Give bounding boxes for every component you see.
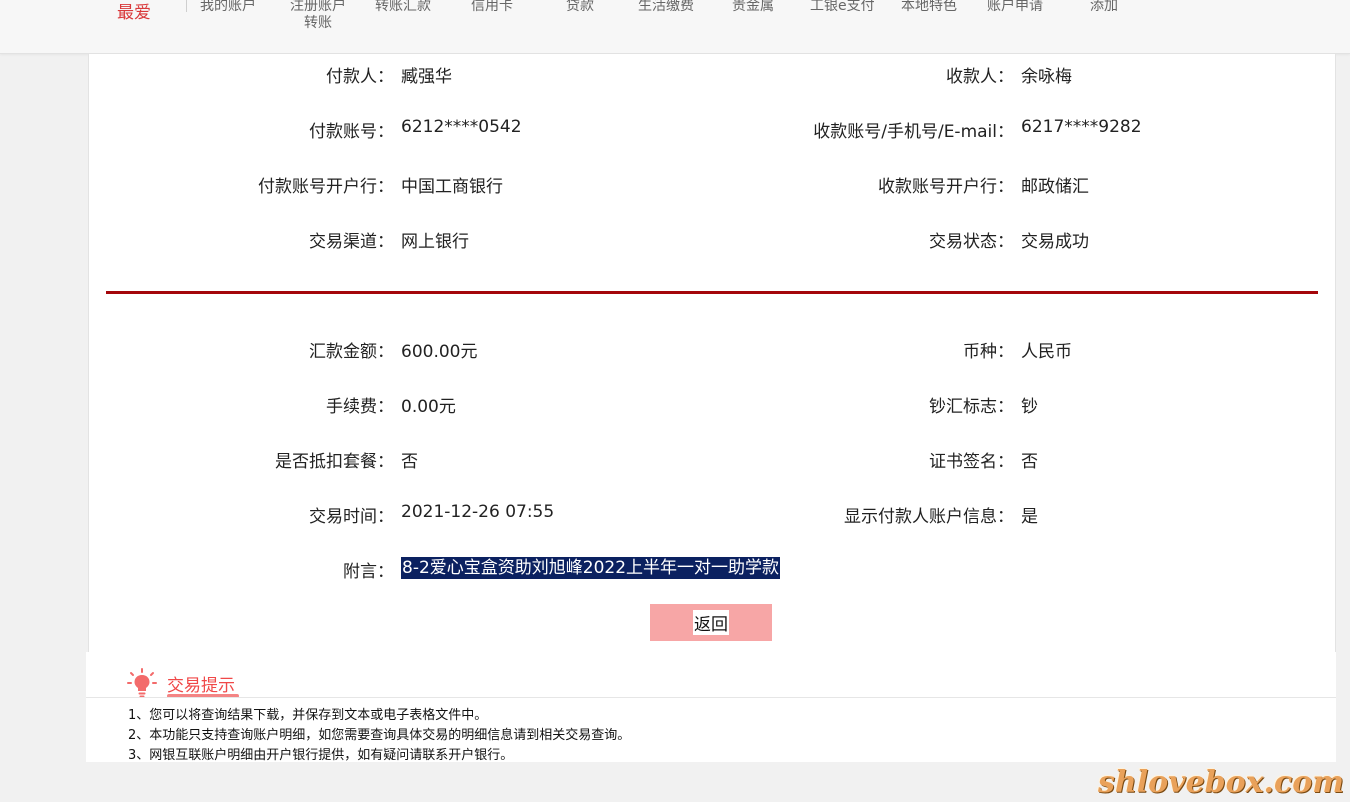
fee-label: 手续费： xyxy=(326,397,394,417)
payee-bank-label: 收款账号开户行： xyxy=(878,177,1014,197)
lightbulb-icon xyxy=(127,668,157,698)
time-value: 2021-12-26 07:55 xyxy=(401,502,555,522)
currency-value: 人民币 xyxy=(1021,342,1072,362)
tips-divider xyxy=(86,697,1336,698)
top-nav: 最爱 我的账户 注册账户 转账 转账汇款 信用卡 贷款 生活缴费 贵金属 工银e… xyxy=(0,0,1350,54)
cert-sign-value: 否 xyxy=(1021,452,1038,472)
nav-item-fav[interactable]: 最爱 xyxy=(117,0,151,23)
channel-value: 网上银行 xyxy=(401,232,469,252)
payer-value: 臧强华 xyxy=(401,67,452,87)
back-button[interactable]: 返回 xyxy=(650,604,772,641)
amount-value: 600.00元 xyxy=(401,342,478,362)
status-value: 交易成功 xyxy=(1021,232,1089,252)
nav-item-loan[interactable]: 贷款 xyxy=(566,0,594,15)
nav-item-add[interactable]: 添加 xyxy=(1090,0,1118,15)
fee-value: 0.00元 xyxy=(401,397,456,417)
payee-account-label: 收款账号/手机号/E-mail： xyxy=(813,122,1014,142)
package-value: 否 xyxy=(401,452,418,472)
section-divider xyxy=(106,291,1318,294)
memo-value[interactable]: 8-2爱心宝盒资助刘旭峰2022上半年一对一助学款 xyxy=(401,557,781,579)
payer-bank-label: 付款账号开户行： xyxy=(258,177,394,197)
tips-title: 交易提示 xyxy=(167,676,235,696)
payee-label: 收款人： xyxy=(946,67,1014,87)
payer-account-label: 付款账号： xyxy=(309,122,394,142)
nav-item-bills[interactable]: 生活缴费 xyxy=(638,0,694,15)
cash-flag-value: 钞 xyxy=(1021,397,1038,417)
payer-label: 付款人： xyxy=(326,67,394,87)
tip-line-2: 2、本功能只支持查询账户明细，如您需要查询具体交易的明细信息请到相关交易查询。 xyxy=(128,728,631,743)
nav-item-local[interactable]: 本地特色 xyxy=(901,0,957,15)
nav-item-registered-transfer-line2: 转账 xyxy=(304,15,332,31)
show-payer-value: 是 xyxy=(1021,507,1038,527)
payer-bank-value: 中国工商银行 xyxy=(401,177,503,197)
back-button-label: 返回 xyxy=(693,610,729,635)
nav-divider xyxy=(186,0,187,12)
channel-label: 交易渠道： xyxy=(309,232,394,252)
payee-value: 余咏梅 xyxy=(1021,67,1072,87)
status-label: 交易状态： xyxy=(929,232,1014,252)
nav-item-transfer[interactable]: 转账汇款 xyxy=(375,0,431,15)
payer-account-value: 6212****0542 xyxy=(401,117,522,137)
nav-item-credit-card[interactable]: 信用卡 xyxy=(471,0,513,15)
tip-line-3: 3、网银互联账户明细由开户银行提供，如有疑问请联系开户银行。 xyxy=(128,748,514,763)
nav-item-registered-transfer-line1: 注册账户 xyxy=(290,0,346,14)
cert-sign-label: 证书签名： xyxy=(929,452,1014,472)
currency-label: 币种： xyxy=(963,342,1014,362)
cash-flag-label: 钞汇标志： xyxy=(929,397,1014,417)
watermark: shlovebox.com xyxy=(1098,765,1344,800)
amount-label: 汇款金额： xyxy=(309,342,394,362)
nav-item-my-account[interactable]: 我的账户 xyxy=(200,0,256,15)
nav-item-account-apply[interactable]: 账户申请 xyxy=(987,0,1043,15)
tip-line-1: 1、您可以将查询结果下载，并保存到文本或电子表格文件中。 xyxy=(128,708,488,723)
memo-label: 附言： xyxy=(343,562,394,582)
show-payer-label: 显示付款人账户信息： xyxy=(844,507,1014,527)
nav-item-precious-metal[interactable]: 贵金属 xyxy=(732,0,774,15)
payee-account-value: 6217****9282 xyxy=(1021,117,1142,137)
tips-section: 交易提示 1、您可以将查询结果下载，并保存到文本或电子表格文件中。 2、本功能只… xyxy=(86,652,1336,763)
nav-item-registered-transfer[interactable]: 注册账户 转账 xyxy=(288,0,348,32)
payee-bank-value: 邮政储汇 xyxy=(1021,177,1089,197)
package-label: 是否抵扣套餐： xyxy=(275,452,394,472)
time-label: 交易时间： xyxy=(309,507,394,527)
nav-item-epay[interactable]: 工银e支付 xyxy=(810,0,875,15)
